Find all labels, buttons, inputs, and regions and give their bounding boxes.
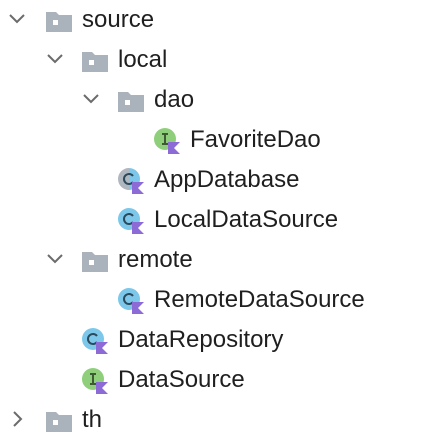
tree-item-label: source	[82, 6, 155, 33]
folder-icon	[80, 46, 110, 76]
kotlin-interface-icon	[152, 126, 182, 156]
tree-item-source[interactable]: source	[0, 0, 428, 40]
tree-item-label: LocalDataSource	[154, 206, 339, 233]
kotlin-interface-icon	[80, 366, 110, 396]
chevron-down-icon[interactable]	[80, 88, 102, 110]
folder-icon	[116, 86, 146, 116]
kotlin-class-icon	[80, 326, 110, 356]
tree-item-label: DataRepository	[118, 326, 284, 353]
tree-item-appdatabase[interactable]: AppDatabase	[0, 160, 428, 200]
chevron-down-icon[interactable]	[44, 248, 66, 270]
tree-item-label: AppDatabase	[154, 166, 300, 193]
tree-item-label: remote	[118, 246, 193, 273]
tree-item-label: local	[118, 46, 168, 73]
chevron-down-icon[interactable]	[44, 48, 66, 70]
tree-item-favoritedao[interactable]: FavoriteDao	[0, 120, 428, 160]
folder-icon	[44, 406, 74, 436]
tree-item-remote[interactable]: remote	[0, 240, 428, 280]
tree-item-label: RemoteDataSource	[154, 286, 365, 313]
tree-item-label: th	[82, 406, 103, 433]
chevron-down-icon[interactable]	[6, 8, 28, 30]
tree-item-label: DataSource	[118, 366, 245, 393]
tree-item-datasource[interactable]: DataSource	[0, 360, 428, 400]
folder-icon	[80, 246, 110, 276]
tree-item-label: FavoriteDao	[190, 126, 321, 153]
tree-item-datarepository[interactable]: DataRepository	[0, 320, 428, 360]
kotlin-class-icon	[116, 286, 146, 316]
project-tree: source local dao FavoriteDao AppDatabase…	[0, 0, 428, 433]
tree-item-local[interactable]: local	[0, 40, 428, 80]
tree-item-dao[interactable]: dao	[0, 80, 428, 120]
tree-item-localdatasource[interactable]: LocalDataSource	[0, 200, 428, 240]
kotlin-abstract-class-icon	[116, 166, 146, 196]
tree-item-label: dao	[154, 86, 195, 113]
tree-item-remotedatasource[interactable]: RemoteDataSource	[0, 280, 428, 320]
chevron-right-icon[interactable]	[6, 408, 28, 430]
folder-icon	[44, 6, 74, 36]
kotlin-class-icon	[116, 206, 146, 236]
tree-item-th[interactable]: th	[0, 400, 428, 440]
